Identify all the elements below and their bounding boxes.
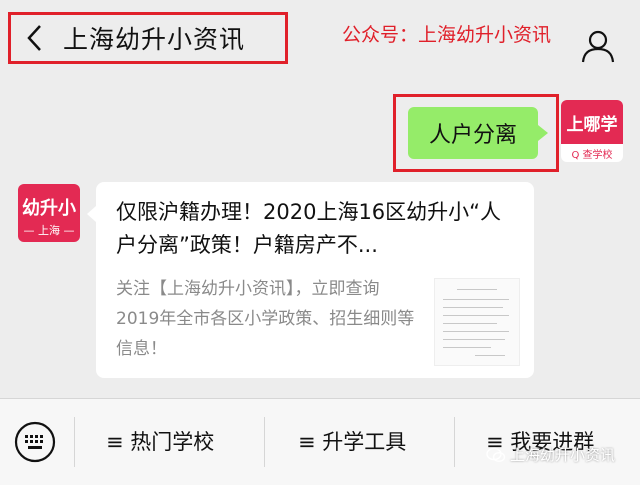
article-title: 仅限沪籍办理！2020上海16区幼升小“人户分离”政策！户籍房产不... bbox=[116, 200, 502, 257]
menu-hot-schools[interactable]: ≡ 热门学校 bbox=[106, 419, 214, 463]
watermark: 上海幼升小资讯 bbox=[486, 444, 615, 465]
menu-divider bbox=[74, 417, 75, 467]
my-avatar[interactable]: 上哪学 Q 查学校 bbox=[561, 100, 623, 162]
chat-title: 上海幼升小资讯 bbox=[63, 25, 246, 54]
account-avatar[interactable]: 幼升小 — 上海 — bbox=[18, 184, 80, 242]
menu-divider bbox=[454, 417, 455, 467]
watermark-text: 上海幼升小资讯 bbox=[510, 446, 616, 464]
chat-header: 上海幼升小资讯 公众号：上海幼升小资讯 bbox=[0, 0, 640, 82]
article-description: 关注【上海幼升小资讯】，立即查询2019年全市各区小学政策、招生细则等信息！ bbox=[116, 279, 415, 359]
user-icon[interactable] bbox=[580, 28, 616, 64]
menu-tools[interactable]: ≡ 升学工具 bbox=[298, 419, 406, 463]
back-title-box[interactable]: 上海幼升小资讯 bbox=[8, 12, 288, 64]
wechat-icon bbox=[486, 447, 506, 463]
keyboard-icon[interactable] bbox=[14, 421, 56, 463]
bottom-menu-bar: ≡ 热门学校 ≡ 升学工具 ≡ 我要进群 bbox=[0, 398, 640, 485]
account-avatar-big: 幼升小 bbox=[22, 198, 76, 219]
back-arrow-icon[interactable] bbox=[15, 18, 55, 58]
promo-text: 公众号：上海幼升小资讯 bbox=[342, 24, 552, 46]
menu-divider bbox=[264, 417, 265, 467]
article-thumbnail bbox=[434, 278, 520, 366]
outgoing-message-highlight: 人户分离 bbox=[393, 94, 559, 172]
account-avatar-small: — 上海 — bbox=[23, 224, 75, 237]
my-avatar-bottom: Q 查学校 bbox=[571, 150, 613, 161]
article-card[interactable]: 仅限沪籍办理！2020上海16区幼升小“人户分离”政策！户籍房产不... 关注【… bbox=[87, 182, 534, 378]
my-avatar-top: 上哪学 bbox=[561, 100, 623, 144]
outgoing-message-bubble[interactable]: 人户分离 bbox=[408, 107, 548, 159]
